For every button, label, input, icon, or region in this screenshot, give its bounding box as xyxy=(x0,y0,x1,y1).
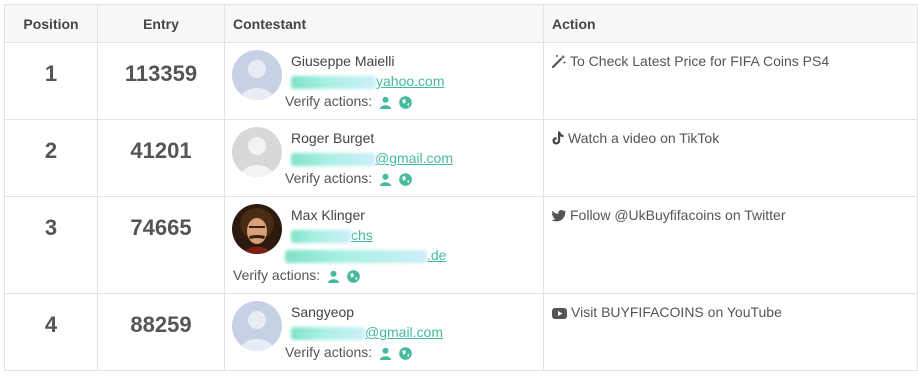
position-cell: 4 xyxy=(4,293,98,371)
contestant-name: Roger Burget xyxy=(291,130,375,146)
contestant-handle[interactable]: chs xyxy=(291,227,373,243)
leaderboard-table: Position Entry Contestant Action 1 11335… xyxy=(4,4,918,371)
redacted-block xyxy=(291,75,376,89)
action-cell: To Check Latest Price for FIFA Coins PS4 xyxy=(543,42,918,120)
action-cell: Follow @UkBuyfifacoins on Twitter xyxy=(543,196,918,294)
entry-cell: 88259 xyxy=(97,293,225,371)
user-icon[interactable] xyxy=(379,173,392,186)
verify-actions: Verify actions: xyxy=(285,93,412,109)
contestant-name: Sangyeop xyxy=(291,304,355,320)
redacted-block xyxy=(291,152,375,166)
verify-label: Verify actions: xyxy=(233,267,321,283)
contestant-cell: Roger Burget @gmail.com Verify actions: xyxy=(224,119,544,197)
globe-icon[interactable] xyxy=(347,269,360,283)
entry-cell: 113359 xyxy=(97,42,225,120)
globe-icon[interactable] xyxy=(399,346,412,360)
verify-label: Verify actions: xyxy=(285,93,373,109)
action-cell: Watch a video on TikTok xyxy=(543,119,918,197)
redacted-block xyxy=(291,326,365,340)
position-cell: 3 xyxy=(4,196,98,294)
contestant-name: Max Klinger xyxy=(291,207,365,223)
magic-wand-icon xyxy=(552,54,566,68)
redacted-block xyxy=(291,229,351,243)
position-cell: 1 xyxy=(4,42,98,120)
avatar xyxy=(232,301,282,351)
header-entry: Entry xyxy=(97,4,225,43)
action-label[interactable]: Follow @UkBuyfifacoins on Twitter xyxy=(570,207,785,223)
contestant-email[interactable]: @gmail.com xyxy=(291,324,443,340)
header-action: Action xyxy=(543,4,918,43)
table-row: 3 74665 Max Klinger chs .de Verify actio… xyxy=(4,196,918,294)
verify-actions: Verify actions: xyxy=(285,170,412,186)
contestant-email[interactable]: @gmail.com xyxy=(291,150,453,166)
twitter-icon xyxy=(552,210,566,222)
verify-label: Verify actions: xyxy=(285,170,373,186)
action-cell: Visit BUYFIFACOINS on YouTube xyxy=(543,293,918,371)
header-row: Position Entry Contestant Action xyxy=(4,4,918,43)
avatar xyxy=(232,50,282,100)
avatar xyxy=(232,127,282,177)
user-icon[interactable] xyxy=(379,347,392,360)
table-row: 1 113359 Giuseppe Maielli yahoo.com Veri… xyxy=(4,42,918,120)
action-label[interactable]: To Check Latest Price for FIFA Coins PS4 xyxy=(570,53,829,69)
verify-actions: Verify actions: xyxy=(233,267,360,283)
contestant-cell: Sangyeop @gmail.com Verify actions: xyxy=(224,293,544,371)
entry-cell: 41201 xyxy=(97,119,225,197)
header-contestant: Contestant xyxy=(224,4,544,43)
verify-label: Verify actions: xyxy=(285,344,373,360)
user-icon[interactable] xyxy=(327,270,340,283)
youtube-icon xyxy=(552,308,567,319)
action-label[interactable]: Watch a video on TikTok xyxy=(568,130,719,146)
globe-icon[interactable] xyxy=(399,172,412,186)
globe-icon[interactable] xyxy=(399,95,412,109)
action-label[interactable]: Visit BUYFIFACOINS on YouTube xyxy=(571,304,782,320)
table-row: 2 41201 Roger Burget @gmail.com Verify a… xyxy=(4,119,918,197)
contestant-email[interactable]: yahoo.com xyxy=(291,73,444,89)
position-cell: 2 xyxy=(4,119,98,197)
contestant-cell: Max Klinger chs .de Verify actions: xyxy=(224,196,544,294)
table-row: 4 88259 Sangyeop @gmail.com Verify actio… xyxy=(4,293,918,371)
contestant-cell: Giuseppe Maielli yahoo.com Verify action… xyxy=(224,42,544,120)
contestant-email[interactable]: .de xyxy=(285,247,446,263)
user-icon[interactable] xyxy=(379,96,392,109)
verify-actions: Verify actions: xyxy=(285,344,412,360)
entry-cell: 74665 xyxy=(97,196,225,294)
redacted-block xyxy=(285,249,427,263)
contestant-name: Giuseppe Maielli xyxy=(291,53,395,69)
header-position: Position xyxy=(4,4,98,43)
avatar xyxy=(232,204,282,254)
tiktok-icon xyxy=(552,131,564,145)
